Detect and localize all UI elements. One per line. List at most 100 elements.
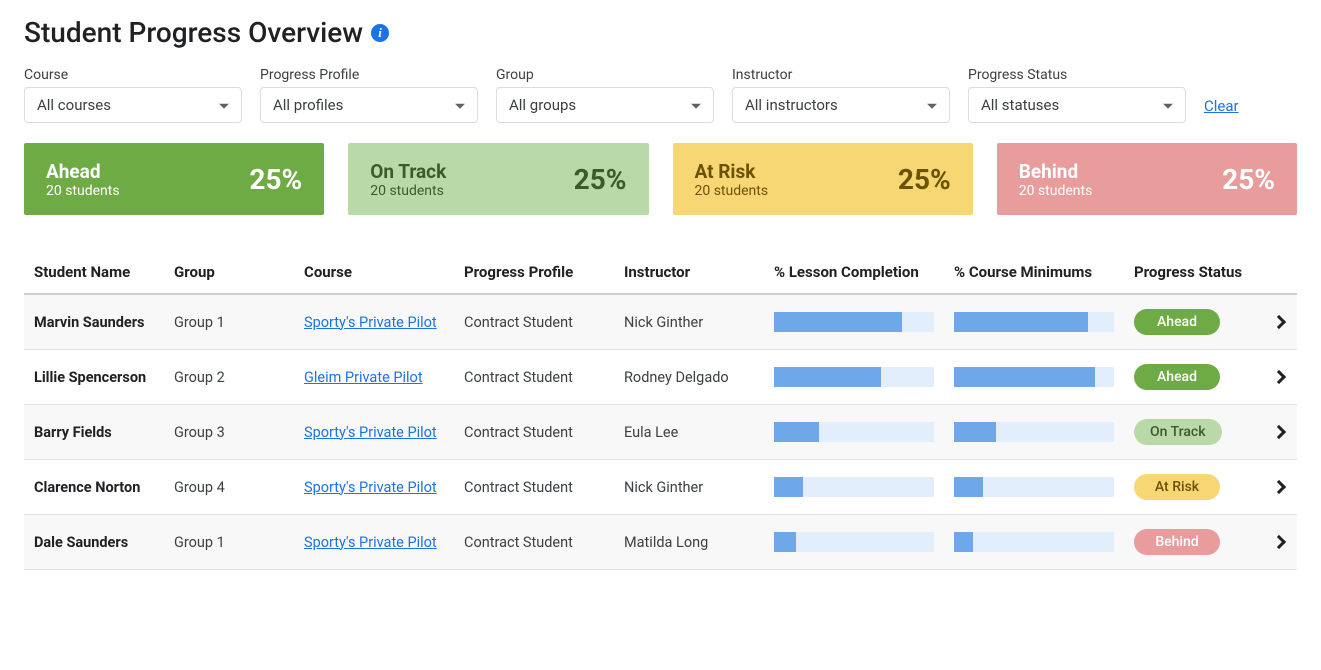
select-profile-value: All profiles (273, 96, 343, 114)
filter-profile-label: Progress Profile (260, 67, 478, 83)
chevron-right-icon[interactable] (1272, 369, 1286, 383)
filter-instructor: Instructor All instructors (732, 67, 950, 123)
select-group-value: All groups (509, 96, 576, 114)
chevron-right-icon[interactable] (1272, 424, 1286, 438)
cell-status: Ahead (1124, 294, 1261, 350)
status-badge: Ahead (1134, 364, 1220, 390)
th-course[interactable]: Course (294, 251, 454, 294)
filter-status: Progress Status All statuses (968, 67, 1186, 123)
th-status[interactable]: Progress Status (1124, 251, 1261, 294)
cell-lesson-bar (764, 294, 944, 350)
minimums-progress-bar (954, 532, 1114, 552)
cell-student: Lillie Spencerson (24, 350, 164, 405)
cell-group: Group 3 (164, 405, 294, 460)
chevron-right-icon[interactable] (1272, 534, 1286, 548)
cell-profile: Contract Student (454, 350, 614, 405)
lesson-progress-bar (774, 477, 934, 497)
cell-group: Group 4 (164, 460, 294, 515)
cell-min-bar (944, 405, 1124, 460)
th-minimums[interactable]: % Course Minimums (944, 251, 1124, 294)
table-row: Barry Fields Group 3 Sporty's Private Pi… (24, 405, 1297, 460)
minimums-progress-bar (954, 312, 1114, 332)
cell-lesson-bar (764, 460, 944, 515)
select-profile[interactable]: All profiles (260, 87, 478, 123)
status-card-behind-title: Behind (1019, 160, 1093, 183)
select-status[interactable]: All statuses (968, 87, 1186, 123)
filters-row: Course All courses Progress Profile All … (24, 67, 1297, 123)
cell-student: Marvin Saunders (24, 294, 164, 350)
course-link[interactable]: Sporty's Private Pilot (304, 314, 437, 331)
cell-profile: Contract Student (454, 294, 614, 350)
page-title-text: Student Progress Overview (24, 16, 363, 49)
cell-group: Group 1 (164, 515, 294, 570)
status-card-ahead[interactable]: Ahead 20 students 25% (24, 143, 324, 215)
status-card-atrisk-sub: 20 students (695, 183, 769, 199)
lesson-progress-bar (774, 367, 934, 387)
course-link[interactable]: Gleim Private Pilot (304, 369, 423, 386)
status-card-ontrack-pct: 25% (574, 163, 627, 196)
filter-group-label: Group (496, 67, 714, 83)
status-badge: On Track (1134, 419, 1222, 445)
course-link[interactable]: Sporty's Private Pilot (304, 424, 437, 441)
cell-group: Group 2 (164, 350, 294, 405)
select-instructor[interactable]: All instructors (732, 87, 950, 123)
cell-group: Group 1 (164, 294, 294, 350)
status-card-ontrack[interactable]: On Track 20 students 25% (348, 143, 648, 215)
cell-lesson-bar (764, 515, 944, 570)
cell-lesson-bar (764, 405, 944, 460)
select-status-value: All statuses (981, 96, 1059, 114)
cell-status: On Track (1124, 405, 1261, 460)
cell-min-bar (944, 515, 1124, 570)
chevron-right-icon[interactable] (1272, 314, 1286, 328)
course-link[interactable]: Sporty's Private Pilot (304, 534, 437, 551)
status-card-ahead-pct: 25% (249, 163, 302, 196)
info-icon[interactable]: i (371, 24, 389, 42)
cell-profile: Contract Student (454, 405, 614, 460)
cell-min-bar (944, 350, 1124, 405)
cell-instructor: Nick Ginther (614, 460, 764, 515)
th-group[interactable]: Group (164, 251, 294, 294)
minimums-progress-bar (954, 367, 1114, 387)
status-cards: Ahead 20 students 25% On Track 20 studen… (24, 143, 1297, 215)
status-card-ontrack-title: On Track (370, 160, 446, 183)
status-card-atrisk-pct: 25% (898, 163, 951, 196)
table-row: Lillie Spencerson Group 2 Gleim Private … (24, 350, 1297, 405)
th-student[interactable]: Student Name (24, 251, 164, 294)
select-group[interactable]: All groups (496, 87, 714, 123)
cell-status: Ahead (1124, 350, 1261, 405)
table-row: Dale Saunders Group 1 Sporty's Private P… (24, 515, 1297, 570)
lesson-progress-bar (774, 312, 934, 332)
status-card-behind[interactable]: Behind 20 students 25% (997, 143, 1297, 215)
cell-instructor: Nick Ginther (614, 294, 764, 350)
lesson-progress-bar (774, 422, 934, 442)
th-instructor[interactable]: Instructor (614, 251, 764, 294)
course-link[interactable]: Sporty's Private Pilot (304, 479, 437, 496)
select-course-value: All courses (37, 96, 111, 114)
th-lesson[interactable]: % Lesson Completion (764, 251, 944, 294)
clear-filters-link[interactable]: Clear (1204, 97, 1239, 123)
status-badge: Ahead (1134, 309, 1220, 335)
select-course[interactable]: All courses (24, 87, 242, 123)
status-badge: Behind (1134, 529, 1220, 555)
status-badge: At Risk (1134, 474, 1220, 500)
cell-lesson-bar (764, 350, 944, 405)
th-profile[interactable]: Progress Profile (454, 251, 614, 294)
status-card-ontrack-sub: 20 students (370, 183, 446, 199)
cell-profile: Contract Student (454, 460, 614, 515)
filter-course-label: Course (24, 67, 242, 83)
filter-group: Group All groups (496, 67, 714, 123)
status-card-behind-sub: 20 students (1019, 183, 1093, 199)
status-card-atrisk[interactable]: At Risk 20 students 25% (673, 143, 973, 215)
filter-course: Course All courses (24, 67, 242, 123)
chevron-right-icon[interactable] (1272, 479, 1286, 493)
page-title: Student Progress Overview i (24, 16, 1297, 49)
cell-student: Dale Saunders (24, 515, 164, 570)
students-table: Student Name Group Course Progress Profi… (24, 251, 1297, 570)
cell-instructor: Rodney Delgado (614, 350, 764, 405)
status-card-ahead-title: Ahead (46, 160, 120, 183)
cell-profile: Contract Student (454, 515, 614, 570)
cell-status: At Risk (1124, 460, 1261, 515)
filter-instructor-label: Instructor (732, 67, 950, 83)
filter-status-label: Progress Status (968, 67, 1186, 83)
table-row: Marvin Saunders Group 1 Sporty's Private… (24, 294, 1297, 350)
